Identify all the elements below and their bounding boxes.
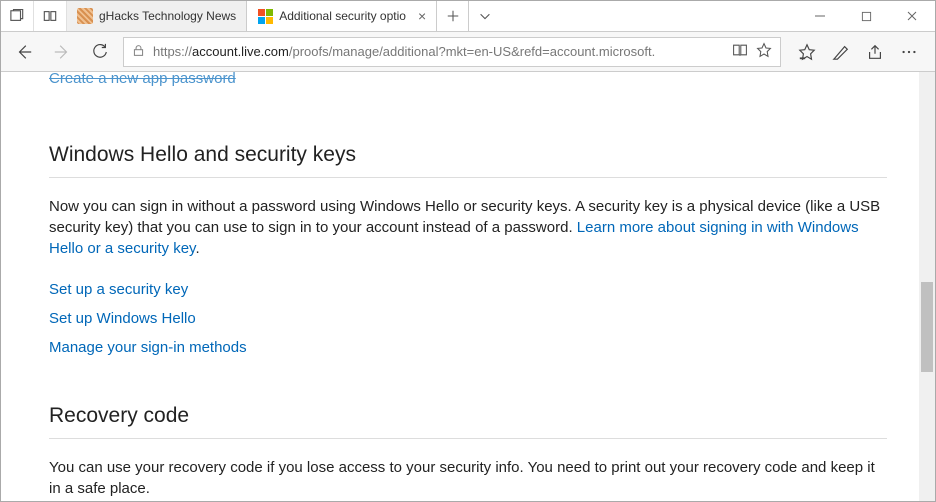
url-text: https://account.live.com/proofs/manage/a… (153, 44, 724, 59)
recovery-code-description: You can use your recovery code if you lo… (49, 457, 887, 499)
back-button[interactable] (9, 37, 39, 67)
title-bar: gHacks Technology News Additional securi… (1, 1, 935, 32)
tab-label: gHacks Technology News (99, 9, 236, 23)
tab-overflow-button[interactable] (469, 1, 501, 31)
page-viewport: Create a new app password Windows Hello … (1, 72, 935, 501)
tab-strip: gHacks Technology News Additional securi… (67, 1, 797, 31)
vertical-scrollbar[interactable] (919, 72, 935, 501)
close-window-button[interactable] (889, 1, 935, 31)
page-content: Create a new app password Windows Hello … (1, 72, 935, 499)
tab-ghacks[interactable]: gHacks Technology News (67, 1, 247, 31)
tab-preview-button[interactable] (34, 1, 67, 31)
maximize-button[interactable] (843, 1, 889, 31)
nav-bar: https://account.live.com/proofs/manage/a… (1, 32, 935, 72)
forward-button[interactable] (47, 37, 77, 67)
refresh-button[interactable] (85, 37, 115, 67)
tabs-aside-button[interactable] (1, 1, 34, 31)
minimize-button[interactable] (797, 1, 843, 31)
favorites-hub-icon[interactable] (797, 42, 817, 62)
more-menu-icon[interactable] (899, 42, 919, 62)
lock-icon (132, 44, 145, 60)
ghacks-favicon-icon (77, 8, 93, 24)
favorite-star-icon[interactable] (756, 42, 772, 61)
new-tab-button[interactable] (437, 1, 469, 31)
tab-label: Additional security optio (279, 9, 406, 23)
reading-view-icon[interactable] (732, 42, 748, 61)
toolbar-right (789, 42, 927, 62)
recovery-code-heading: Recovery code (49, 404, 887, 439)
windows-hello-description: Now you can sign in without a password u… (49, 196, 887, 259)
manage-signin-methods-link[interactable]: Manage your sign-in methods (49, 339, 887, 356)
address-bar[interactable]: https://account.live.com/proofs/manage/a… (123, 37, 781, 67)
setup-windows-hello-link[interactable]: Set up Windows Hello (49, 310, 887, 327)
tab-additional-security[interactable]: Additional security optio × (247, 1, 437, 31)
window-controls (797, 1, 935, 31)
windows-hello-heading: Windows Hello and security keys (49, 143, 887, 178)
share-icon[interactable] (865, 42, 885, 62)
close-tab-icon[interactable]: × (418, 8, 426, 24)
setup-security-key-link[interactable]: Set up a security key (49, 281, 887, 298)
create-app-password-link[interactable]: Create a new app password (49, 72, 887, 95)
notes-icon[interactable] (831, 42, 851, 62)
scrollbar-thumb[interactable] (921, 282, 933, 372)
hello-links: Set up a security key Set up Windows Hel… (49, 281, 887, 356)
microsoft-favicon-icon (257, 8, 273, 24)
